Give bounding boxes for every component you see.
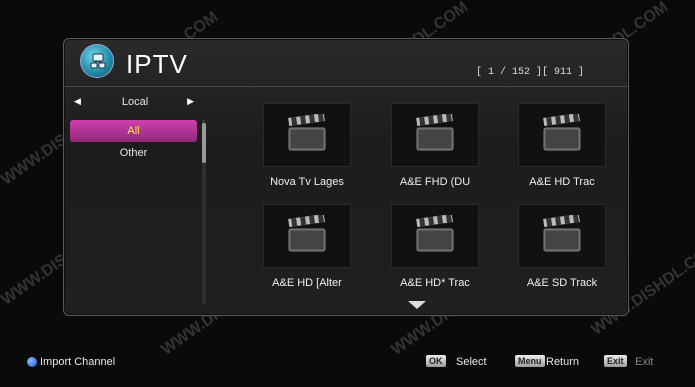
channel-tile[interactable]: A&E HD Trac [497,103,627,188]
arrow-right-icon[interactable]: ▶ [187,96,194,107]
scroll-down-icon[interactable] [408,301,426,309]
clapperboard-icon [415,112,455,157]
channel-thumbnail [518,103,606,167]
clapperboard-icon [287,213,327,258]
category-scrollbar[interactable] [202,123,206,303]
channel-tile[interactable]: Nova Tv Lages [242,103,372,188]
channel-counter: [ 1 / 152 ][ 911 ] [475,67,584,78]
category-group-label: Local [121,96,149,108]
scrollbar-thumb[interactable] [202,123,206,163]
channel-thumbnail [518,204,606,268]
category-group-selector[interactable]: ◀ Local ▶ [68,95,202,111]
network-icon [90,53,106,69]
return-label: Return [546,356,580,368]
clapperboard-icon [415,213,455,258]
channel-thumbnail [391,204,479,268]
panel-header: IPTV [ 1 / 152 ][ 911 ] [64,39,628,87]
iptv-panel: IPTV [ 1 / 152 ][ 911 ] ◀ Local ▶ All Ot… [63,38,629,316]
clapperboard-icon [287,112,327,157]
channel-label: A&E SD Track [526,277,598,289]
channel-label: A&E HD Trac [529,176,595,188]
ok-key-icon[interactable]: OK [426,355,446,367]
clapperboard-icon [542,213,582,258]
channel-tile[interactable]: A&E SD Track [497,204,627,289]
clapperboard-icon [542,112,582,157]
blue-button-icon[interactable] [27,357,37,367]
channel-label: A&E HD* Trac [400,277,470,289]
category-list: All Other [68,120,204,304]
exit-key-icon[interactable]: Exit [604,355,627,367]
channel-tile[interactable]: A&E HD* Trac [370,204,500,289]
channel-thumbnail [263,204,351,268]
page-title: IPTV [126,49,188,79]
exit-label: Exit [635,356,654,368]
channel-tile[interactable]: A&E HD [Alter [242,204,372,289]
channel-label: A&E HD [Alter [272,277,342,289]
category-item-all[interactable]: All [70,120,197,142]
channel-tile[interactable]: A&E FHD (DU [370,103,500,188]
channel-label: A&E FHD (DU [399,176,471,188]
footer-bar: Import Channel OK Select Menu Return Exi… [0,352,695,372]
category-item-other[interactable]: Other [70,142,197,164]
channel-thumbnail [263,103,351,167]
iptv-app-icon [80,44,114,78]
import-channel-label[interactable]: Import Channel [40,356,115,368]
channel-thumbnail [391,103,479,167]
select-label: Select [456,356,487,368]
menu-key-icon[interactable]: Menu [515,355,545,367]
channel-label: Nova Tv Lages [270,176,344,188]
